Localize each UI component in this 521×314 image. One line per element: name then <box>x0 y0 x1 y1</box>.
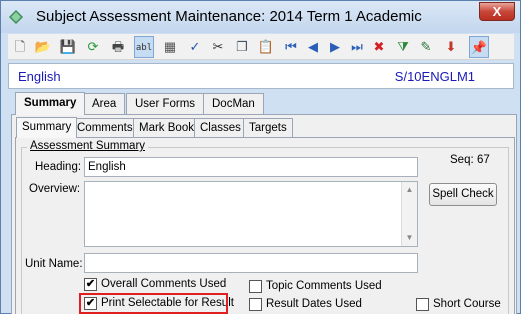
close-button[interactable]: X <box>479 2 515 21</box>
checkbox-box[interactable] <box>249 298 262 311</box>
approve-icon[interactable]: ✎ <box>416 36 436 58</box>
toolbar: 🗋 📂 💾 ⟳ 🖶 abl ▦ ✓ ✂ ❐ 📋 ⏮ ◀ ▶ ⏭ ✖ ⧩ ✎ ⬇ 📌 <box>8 34 514 60</box>
delete-icon[interactable]: ✖ <box>369 36 389 58</box>
subtab-targets[interactable]: Targets <box>243 118 293 137</box>
overview-scrollbar[interactable]: ▲ ▼ <box>401 182 417 246</box>
subtab-summary[interactable]: Summary <box>16 117 78 138</box>
unit-name-input[interactable] <box>84 253 418 273</box>
checkbox-label: Topic Comments Used <box>266 280 382 292</box>
checkbox-label: Overall Comments Used <box>101 278 227 290</box>
overview-label: Overview: <box>29 183 81 195</box>
scroll-down-arrow-icon[interactable]: ▼ <box>402 230 417 246</box>
checkbox-box[interactable] <box>416 298 429 311</box>
checkbox-label: Short Course <box>433 298 501 310</box>
app-diamond-icon <box>9 10 23 24</box>
record-code: S/10ENGLM1 <box>394 69 475 84</box>
subtab-classes[interactable]: Classes <box>194 118 247 137</box>
heading-input[interactable]: English <box>84 157 418 177</box>
new-document-icon[interactable]: 🗋 <box>10 36 30 58</box>
group-title: Assessment Summary <box>27 140 149 152</box>
subtab-comments[interactable]: Comments <box>71 118 139 137</box>
tab-summary[interactable]: Summary <box>15 92 86 115</box>
checkbox-box[interactable]: ✔ <box>84 278 97 291</box>
open-folder-icon[interactable]: 📂 <box>33 36 53 58</box>
save-icon[interactable]: 💾 <box>58 36 78 58</box>
refresh-icon[interactable]: ⟳ <box>83 36 103 58</box>
record-name: English <box>18 69 61 84</box>
pin-icon[interactable]: 📌 <box>469 36 489 58</box>
overview-textarea[interactable]: ▲ ▼ <box>84 181 418 247</box>
tab-area[interactable]: Area <box>83 93 126 114</box>
scroll-up-arrow-icon[interactable]: ▲ <box>402 182 417 198</box>
record-header: English S/10ENGLM1 <box>8 63 514 89</box>
first-record-icon[interactable]: ⏮ <box>281 36 301 58</box>
paste-icon[interactable]: 📋 <box>256 36 276 58</box>
last-record-icon[interactable]: ⏭ <box>347 36 367 58</box>
tab-user-forms[interactable]: User Forms <box>126 93 205 114</box>
previous-record-icon[interactable]: ◀ <box>303 36 323 58</box>
copy-icon[interactable]: ❐ <box>232 36 252 58</box>
unit-name-label: Unit Name: <box>25 258 83 270</box>
filter-icon[interactable]: ⧩ <box>393 36 413 58</box>
download-icon[interactable]: ⬇ <box>441 36 461 58</box>
spell-check-button[interactable]: Spell Check <box>429 183 497 206</box>
spell-check-icon[interactable]: ✓ <box>185 36 205 58</box>
subtab-mark-book[interactable]: Mark Book <box>133 118 200 137</box>
heading-label: Heading: <box>35 161 82 173</box>
seq-value: 67 <box>477 154 490 166</box>
seq-label: Seq: <box>450 154 474 166</box>
application-window: Subject Assessment Maintenance: 2014 Ter… <box>0 0 521 314</box>
next-record-icon[interactable]: ▶ <box>325 36 345 58</box>
tab-docman[interactable]: DocMan <box>203 93 264 114</box>
print-icon[interactable]: 🖶 <box>108 36 128 58</box>
window-title: Subject Assessment Maintenance: 2014 Ter… <box>36 8 422 25</box>
title-bar: Subject Assessment Maintenance: 2014 Ter… <box>1 1 520 33</box>
checkbox-box[interactable] <box>249 280 262 293</box>
cut-icon[interactable]: ✂ <box>208 36 228 58</box>
calculator-icon[interactable]: ▦ <box>160 36 180 58</box>
highlight-annotation <box>79 293 228 314</box>
text-field-icon[interactable]: abl <box>134 36 154 58</box>
checkbox-label: Result Dates Used <box>266 298 362 310</box>
